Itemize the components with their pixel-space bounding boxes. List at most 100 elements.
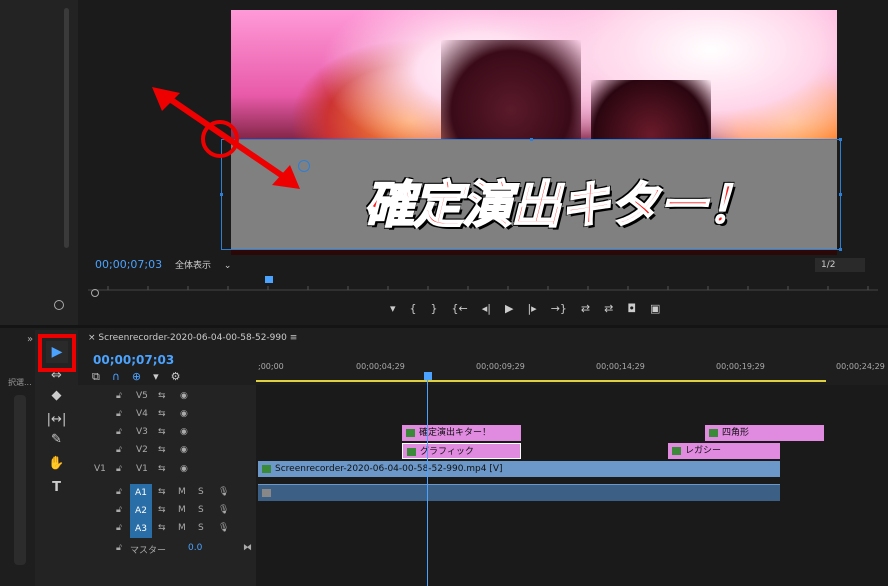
monitor-zoom-handle[interactable] [91, 289, 99, 297]
sync-icon[interactable]: ⇆ [158, 505, 166, 515]
clip-legacy[interactable]: レガシー [668, 443, 780, 459]
sync-icon[interactable]: ⇆ [158, 445, 166, 455]
resize-handle[interactable] [530, 138, 533, 141]
zoom-handle[interactable] [54, 300, 64, 310]
clip-graphic[interactable]: グラフィック [402, 443, 521, 459]
lock-icon[interactable]: 🔓︎ [116, 391, 122, 401]
eye-icon[interactable]: ◉ [180, 391, 188, 401]
master-volume[interactable]: 0.0 [188, 543, 202, 553]
timeline-playhead[interactable] [424, 372, 432, 380]
work-area-bar[interactable] [256, 380, 826, 382]
clip-label: グラフィック [420, 447, 474, 457]
selection-tool[interactable]: ▶ [46, 341, 68, 363]
sequence-tab[interactable]: × Screenrecorder-2020-06-04-00-58-52-990… [88, 333, 297, 343]
side-scrollbar[interactable] [14, 395, 26, 565]
eye-icon[interactable]: ◉ [180, 464, 188, 474]
nest-icon[interactable]: ⧉ [92, 370, 100, 384]
resolution-select[interactable]: 1/2 [815, 258, 865, 272]
close-icon[interactable]: × [88, 333, 96, 343]
mark-in-button[interactable]: { [410, 302, 417, 318]
track-row-a3: 🔓︎ A3 ⇆ M S 🎙︎ [78, 520, 888, 538]
add-marker-button[interactable]: ▾ [390, 302, 396, 318]
source-patch[interactable]: V1 [94, 464, 106, 474]
solo-button[interactable]: S [198, 487, 204, 497]
go-to-in-button[interactable]: {← [452, 302, 468, 318]
microphone-icon[interactable]: 🎙︎ [218, 505, 229, 515]
sync-icon[interactable]: ⇆ [158, 391, 166, 401]
eye-icon[interactable]: ◉ [180, 427, 188, 437]
type-tool[interactable]: T [35, 478, 78, 498]
linked-selection-icon[interactable]: ⊕ [132, 370, 141, 384]
corner-circle-annotation [201, 120, 239, 158]
lock-icon[interactable]: 🔓︎ [116, 464, 122, 474]
pen-tool[interactable]: ✎ [35, 430, 78, 450]
ruler-label: 00;00;19;29 [716, 362, 765, 371]
track-row-v5: 🔓︎ V5 ⇆ ◉ [78, 388, 888, 406]
clip-audio[interactable] [258, 484, 780, 501]
play-button[interactable]: ▶ [505, 302, 513, 318]
track-header: 🔓︎ A2 ⇆ M S 🎙︎ [78, 502, 256, 520]
side-panel: 択選... [0, 330, 35, 586]
clip-video[interactable]: Screenrecorder-2020-06-04-00-58-52-990.m… [258, 461, 780, 477]
sync-icon[interactable]: ⇆ [158, 487, 166, 497]
sync-icon[interactable]: ⇆ [158, 464, 166, 474]
resize-handle[interactable] [839, 193, 842, 196]
lock-icon[interactable]: 🔓︎ [116, 427, 122, 437]
overwrite-button[interactable]: ⇄ [604, 302, 613, 318]
hand-tool[interactable]: ✋ [35, 454, 78, 474]
go-to-end-icon[interactable]: ⧓ [243, 543, 252, 553]
camera-icon[interactable]: ◘ [627, 302, 636, 318]
fx-badge-icon [407, 447, 416, 456]
step-back-button[interactable]: ◂| [482, 302, 491, 318]
microphone-icon[interactable]: 🎙︎ [218, 523, 229, 533]
eye-icon[interactable]: ◉ [180, 445, 188, 455]
clip-title[interactable]: 確定演出キター！ [402, 425, 521, 441]
fx-badge-icon [262, 464, 271, 473]
menu-icon[interactable]: ≡ [290, 333, 298, 343]
lock-icon[interactable]: 🔓︎ [116, 543, 122, 553]
monitor-time-ruler[interactable] [88, 280, 878, 292]
playhead-timecode[interactable]: 00;00;07;03 [95, 258, 162, 271]
expand-icon[interactable]: » [27, 334, 33, 345]
marker-icon[interactable]: ▾ [153, 370, 159, 384]
lock-icon[interactable]: 🔓︎ [116, 409, 122, 419]
solo-button[interactable]: S [198, 523, 204, 533]
comparison-view-button[interactable]: ▣ [650, 302, 660, 318]
resize-handle[interactable] [839, 138, 842, 141]
project-scrollbar[interactable] [64, 8, 69, 248]
lock-icon[interactable]: 🔓︎ [116, 523, 122, 533]
sync-icon[interactable]: ⇆ [158, 409, 166, 419]
solo-button[interactable]: S [198, 505, 204, 515]
insert-button[interactable]: ⇄ [581, 302, 590, 318]
mute-button[interactable]: M [178, 505, 186, 515]
razor-tool[interactable]: ◆ [35, 386, 78, 406]
sequence-tab-label: Screenrecorder-2020-06-04-00-58-52-990 [98, 333, 287, 343]
zoom-select[interactable]: 全体表示 ⌄ [175, 258, 231, 271]
mark-out-button[interactable]: } [431, 302, 438, 318]
microphone-icon[interactable]: 🎙︎ [218, 487, 229, 497]
timeline-timecode[interactable]: 00;00;07;03 [93, 353, 174, 367]
panel-divider[interactable] [0, 325, 888, 328]
track-name[interactable]: A3 [130, 520, 152, 538]
eye-icon[interactable]: ◉ [180, 409, 188, 419]
clip-rectangle[interactable]: 四角形 [705, 425, 824, 441]
lock-icon[interactable]: 🔓︎ [116, 505, 122, 515]
track-name: V4 [136, 409, 148, 419]
mute-button[interactable]: M [178, 487, 186, 497]
snap-icon[interactable]: ∩ [112, 370, 120, 384]
track-row-a2: 🔓︎ A2 ⇆ M S 🎙︎ [78, 502, 888, 520]
clip-label: 四角形 [722, 428, 750, 438]
lock-icon[interactable]: 🔓︎ [116, 487, 122, 497]
track-name[interactable]: A2 [130, 502, 152, 520]
sync-icon[interactable]: ⇆ [158, 523, 166, 533]
sync-icon[interactable]: ⇆ [158, 427, 166, 437]
monitor-playhead[interactable] [265, 276, 273, 283]
resize-handle[interactable] [839, 248, 842, 251]
mute-button[interactable]: M [178, 523, 186, 533]
step-forward-button[interactable]: |▸ [527, 302, 536, 318]
go-to-out-button[interactable]: →} [551, 302, 567, 318]
lock-icon[interactable]: 🔓︎ [116, 445, 122, 455]
slip-tool[interactable]: |↔| [35, 410, 78, 430]
wrench-icon[interactable]: ⚙ [171, 370, 181, 384]
track-name[interactable]: A1 [130, 484, 152, 502]
